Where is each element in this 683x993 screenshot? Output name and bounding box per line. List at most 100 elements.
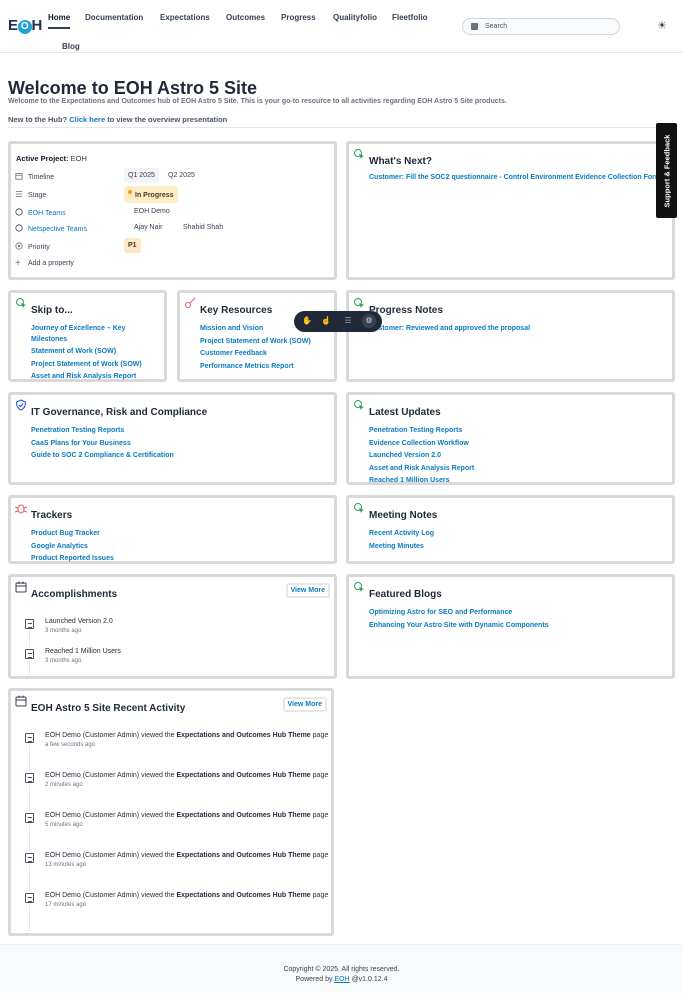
theme-toggle-sun-icon[interactable]: ☀ <box>657 19 667 32</box>
shield-check-icon <box>15 399 27 411</box>
resource-link-metrics[interactable]: Performance Metrics Report <box>200 361 311 374</box>
progress-notes-title: Progress Notes <box>369 305 443 316</box>
meeting-link-activity[interactable]: Recent Activity Log <box>369 528 434 541</box>
accomplishments-view-more-button[interactable]: View More <box>285 583 330 598</box>
eoh-teams-label[interactable]: EOH Teams <box>28 210 66 217</box>
document-icon <box>25 893 34 903</box>
stage-badge: In Progress <box>124 186 178 203</box>
activity-page-name: Expectations and Outcomes Hub Theme <box>176 812 311 819</box>
nav-fleetfolio[interactable]: Fleetfolio <box>392 13 428 22</box>
calendar-icon <box>15 173 23 180</box>
top-header: EOH Home Documentation Expectations Outc… <box>0 0 683 53</box>
table-row: EOH Demo (Customer Admin) viewed the Exp… <box>25 771 330 811</box>
timeline-q2: Q2 2025 <box>168 172 195 179</box>
pointer-icon[interactable]: ☝ <box>321 316 331 326</box>
table-row: EOH Demo (Customer Admin) viewed the Exp… <box>25 731 330 771</box>
nav-blog[interactable]: Blog <box>62 42 80 51</box>
timeline-line <box>29 785 30 811</box>
accomplishments-card: Accomplishments View More Launched Versi… <box>8 574 337 679</box>
nav-documentation[interactable]: Documentation <box>85 13 143 22</box>
activity-text: EOH Demo (Customer Admin) viewed the Exp… <box>45 811 330 829</box>
update-link-asset-risk[interactable]: Asset and Risk Analysis Report <box>369 463 474 476</box>
resource-link-project-sow[interactable]: Project Statement of Work (SOW) <box>200 336 311 349</box>
nav-qualityfolio[interactable]: Qualityfolio <box>333 13 377 22</box>
blog-link-dynamic[interactable]: Enhancing Your Astro Site with Dynamic C… <box>369 620 549 633</box>
blog-link-seo[interactable]: Optimizing Astro for SEO and Performance <box>369 607 549 620</box>
status-dot-icon <box>128 190 132 194</box>
active-project-key: Active Project: <box>16 154 69 163</box>
nav-home[interactable]: Home <box>48 13 70 22</box>
skip-link-asset-risk[interactable]: Asset and Risk Analysis Report <box>31 371 142 384</box>
accomplishment-label: Reached 1 Million Users <box>45 648 121 655</box>
timeline-line <box>29 825 30 851</box>
activity-text: EOH Demo (Customer Admin) viewed the Exp… <box>45 891 330 909</box>
nav-progress[interactable]: Progress <box>281 13 316 22</box>
resource-link-feedback[interactable]: Customer Feedback <box>200 348 311 361</box>
itgov-link-caas[interactable]: CaaS Plans for Your Business <box>31 438 174 451</box>
document-icon <box>25 773 34 783</box>
eoh-teams-row: EOH Teams <box>15 208 66 217</box>
logo-letter-e: E <box>8 17 18 34</box>
footer-powered-by: Powered by EOH @v1.0.12.4 <box>0 975 683 985</box>
search-input[interactable]: Search <box>462 18 620 35</box>
accomplishment-text: Launched Version 2.0 3 months ago <box>45 617 330 635</box>
list-item: Launched Version 2.0 3 months ago <box>25 617 330 647</box>
activity-suffix: page <box>312 852 329 859</box>
settings-icon[interactable]: ⚙ <box>362 314 376 328</box>
eoh-teams-value: EOH Demo <box>134 208 170 215</box>
recent-activity-title: EOH Astro 5 Site Recent Activity <box>31 703 186 714</box>
itgov-link-pentest[interactable]: Penetration Testing Reports <box>31 425 174 438</box>
activity-time: 2 minutes ago <box>45 782 83 788</box>
site-logo[interactable]: EOH <box>8 17 42 34</box>
activity-page-name: Expectations and Outcomes Hub Theme <box>176 772 311 779</box>
skip-link-sow[interactable]: Statement of Work (SOW) <box>31 346 142 359</box>
document-icon <box>25 813 34 823</box>
tracker-link-issues[interactable]: Product Reported Issues <box>31 553 114 566</box>
document-icon <box>25 619 34 629</box>
netspective-teams-label[interactable]: Netspective Teams <box>28 226 87 233</box>
stage-label: Stage <box>28 192 47 199</box>
tracker-link-analytics[interactable]: Google Analytics <box>31 541 114 554</box>
add-property-button[interactable]: + Add a property <box>15 259 74 269</box>
whats-next-link[interactable]: Customer: Fill the SOC2 questionnaire - … <box>369 172 661 185</box>
list-settings-icon[interactable]: ☰ <box>343 316 353 326</box>
search-icon <box>471 23 478 30</box>
support-feedback-tab[interactable]: Support & Feedback <box>656 123 677 218</box>
page-footer: Copyright © 2025. All rights reserved. P… <box>0 944 683 993</box>
accomplishment-time: 3 months ago <box>45 628 82 634</box>
update-link-million-users[interactable]: Reached 1 Million Users <box>369 475 474 488</box>
update-link-evidence[interactable]: Evidence Collection Workflow <box>369 438 474 451</box>
recent-activity-view-more-button[interactable]: View More <box>282 697 327 712</box>
meeting-link-minutes[interactable]: Meeting Minutes <box>369 541 434 554</box>
overview-click-here-link[interactable]: Click here <box>69 115 105 124</box>
netspective-member-2: Shahid Shah <box>183 224 224 231</box>
nav-expectations[interactable]: Expectations <box>160 13 210 22</box>
activity-time: 13 minutes ago <box>45 862 87 868</box>
accomplishment-label: Launched Version 2.0 <box>45 618 113 625</box>
skip-link-project-sow[interactable]: Project Statement of Work (SOW) <box>31 359 142 372</box>
timeline-line <box>29 905 30 931</box>
target-icon <box>15 242 23 250</box>
meeting-notes-title: Meeting Notes <box>369 510 438 521</box>
update-link-version[interactable]: Launched Version 2.0 <box>369 450 474 463</box>
itgov-link-soc2[interactable]: Guide to SOC 2 Compliance & Certificatio… <box>31 450 174 463</box>
it-governance-title: IT Governance, Risk and Compliance <box>31 407 208 418</box>
tracker-link-bug[interactable]: Product Bug Tracker <box>31 528 114 541</box>
bug-icon <box>15 504 27 514</box>
latest-updates-title: Latest Updates <box>369 407 441 418</box>
floating-toolbar: ✋ ☝ ☰ ⚙ <box>294 311 382 332</box>
add-property-label: Add a property <box>28 260 74 267</box>
timeline-label: Timeline <box>28 174 55 181</box>
update-link-pentest[interactable]: Penetration Testing Reports <box>369 425 474 438</box>
activity-suffix: page <box>312 772 329 779</box>
calendar-icon <box>15 695 27 707</box>
active-project-name: EOH <box>70 154 87 163</box>
stage-row: Stage <box>15 190 46 199</box>
activity-text: EOH Demo (Customer Admin) viewed the Exp… <box>45 851 330 869</box>
progress-note-link[interactable]: Customer: Reviewed and approved the prop… <box>369 323 530 336</box>
footer-version: @v1.0.12.4 <box>351 976 388 983</box>
document-icon <box>25 733 34 743</box>
hand-icon[interactable]: ✋ <box>302 316 312 326</box>
footer-eoh-link[interactable]: EOH <box>334 976 349 983</box>
nav-outcomes[interactable]: Outcomes <box>226 13 265 22</box>
